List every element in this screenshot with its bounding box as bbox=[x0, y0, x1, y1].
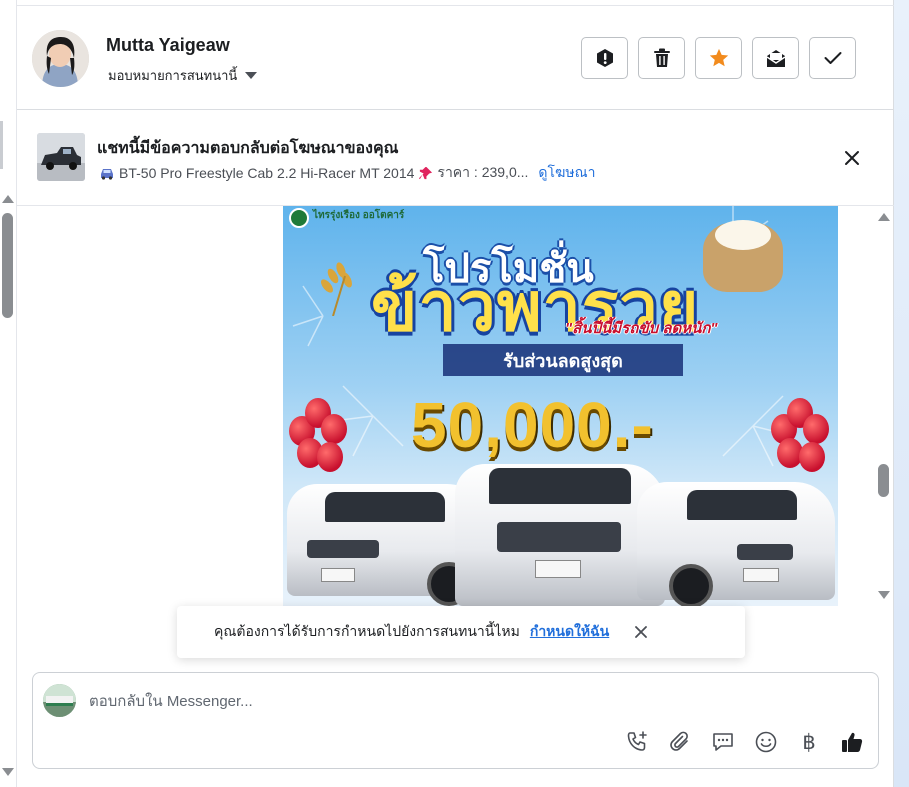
close-icon bbox=[635, 626, 648, 638]
window-background bbox=[894, 0, 909, 787]
rice-graphic bbox=[715, 220, 771, 250]
reply-input[interactable] bbox=[89, 684, 849, 718]
ad-reply-banner: แชทนี้มีข้อความตอบกลับต่อโฆษณาของคุณ BT-… bbox=[17, 111, 894, 206]
ad-thumbnail[interactable] bbox=[37, 133, 85, 181]
left-scroll-strip bbox=[0, 0, 17, 787]
emoji-icon bbox=[755, 731, 777, 753]
report-button[interactable] bbox=[581, 37, 628, 79]
ad-vehicle-name: BT-50 Pro Freestyle Cab 2.2 Hi-Racer MT … bbox=[119, 165, 415, 181]
exclamation-icon bbox=[596, 49, 613, 67]
assign-conversation-dropdown[interactable]: มอบหมายการสนทนานี้ bbox=[108, 65, 258, 86]
page-avatar bbox=[43, 684, 76, 717]
star-button[interactable] bbox=[695, 37, 742, 79]
pushpin-icon bbox=[419, 166, 433, 179]
promo-image-message[interactable]: ไทรรุ่งเรือง ออโตคาร์ โปรโมชั่น ข้าวพารว… bbox=[283, 206, 838, 606]
car-suv-right bbox=[637, 482, 835, 606]
saved-replies-button[interactable] bbox=[711, 730, 735, 754]
thread-scrollbar-thumb[interactable] bbox=[878, 464, 889, 497]
car-pickup-center bbox=[455, 464, 665, 606]
envelope-icon bbox=[766, 50, 785, 67]
contact-name[interactable]: Mutta Yaigeaw bbox=[106, 35, 230, 56]
dismiss-toast-button[interactable] bbox=[633, 624, 649, 640]
like-button[interactable] bbox=[840, 730, 864, 754]
caret-down-icon bbox=[245, 72, 258, 79]
assign-to-me-link[interactable]: กำหนดให้ฉัน bbox=[530, 621, 609, 643]
scroll-down-arrow[interactable] bbox=[2, 768, 14, 776]
baht-icon: ฿ bbox=[802, 730, 816, 754]
paperclip-icon bbox=[670, 731, 688, 751]
attach-file-button[interactable] bbox=[668, 730, 692, 754]
scrollbar-thumb[interactable] bbox=[2, 213, 13, 318]
thread-scroll-up-arrow[interactable] bbox=[878, 213, 890, 221]
contact-avatar[interactable] bbox=[32, 30, 89, 87]
emoji-button[interactable] bbox=[754, 730, 778, 754]
ad-price: ราคา : 239,0... bbox=[437, 164, 529, 180]
promo-tagline: "สิ้นปีนี้มีรถขับ ลดหนัก" bbox=[565, 320, 718, 337]
header-actions bbox=[581, 37, 856, 79]
mark-done-button[interactable] bbox=[809, 37, 856, 79]
trash-icon bbox=[653, 48, 670, 67]
thumbs-up-icon bbox=[842, 732, 863, 752]
ad-banner-title: แชทนี้มีข้อความตอบกลับต่อโฆษณาของคุณ bbox=[97, 140, 399, 157]
composer-tools: ฿ bbox=[625, 730, 864, 754]
car-icon bbox=[101, 169, 113, 180]
message-thread[interactable]: ไทรรุ่งเรือง ออโตคาร์ โปรโมชั่น ข้าวพารว… bbox=[17, 206, 894, 606]
panel-divider bbox=[0, 121, 3, 169]
discount-label: รับส่วนลดสูงสุด bbox=[443, 344, 683, 376]
delete-button[interactable] bbox=[638, 37, 685, 79]
close-ad-banner-button[interactable] bbox=[843, 149, 861, 167]
check-icon bbox=[824, 52, 841, 64]
thread-scroll-down-arrow[interactable] bbox=[878, 591, 890, 599]
reply-composer: ฿ bbox=[32, 672, 879, 769]
dealer-logo bbox=[289, 208, 309, 228]
assign-prompt-toast: คุณต้องการได้รับการกำหนดไปยังการสนทนานี้… bbox=[177, 606, 745, 658]
ad-details: BT-50 Pro Freestyle Cab 2.2 Hi-Racer MT … bbox=[99, 162, 596, 184]
payment-button[interactable]: ฿ bbox=[797, 730, 821, 754]
close-icon bbox=[845, 151, 859, 165]
discount-amount: 50,000.- bbox=[411, 389, 654, 461]
assign-label: มอบหมายการสนทนานี้ bbox=[108, 68, 238, 83]
add-call-button[interactable] bbox=[625, 730, 649, 754]
mark-unread-button[interactable] bbox=[752, 37, 799, 79]
conversation-header: Mutta Yaigeaw มอบหมายการสนทนานี้ bbox=[17, 6, 894, 110]
saved-reply-icon bbox=[713, 733, 733, 751]
phone-add-icon bbox=[627, 731, 647, 751]
conversation-panel: Mutta Yaigeaw มอบหมายการสนทนานี้ แชทนี้ม… bbox=[17, 0, 894, 787]
star-icon bbox=[709, 48, 728, 67]
view-ad-link[interactable]: ดูโฆษณา bbox=[538, 162, 595, 184]
scroll-up-arrow[interactable] bbox=[2, 195, 14, 203]
dealer-name: ไทรรุ่งเรือง ออโตคาร์ bbox=[313, 210, 405, 221]
wheat-graphic bbox=[321, 262, 352, 316]
assign-prompt-message: คุณต้องการได้รับการกำหนดไปยังการสนทนานี้… bbox=[214, 623, 520, 639]
